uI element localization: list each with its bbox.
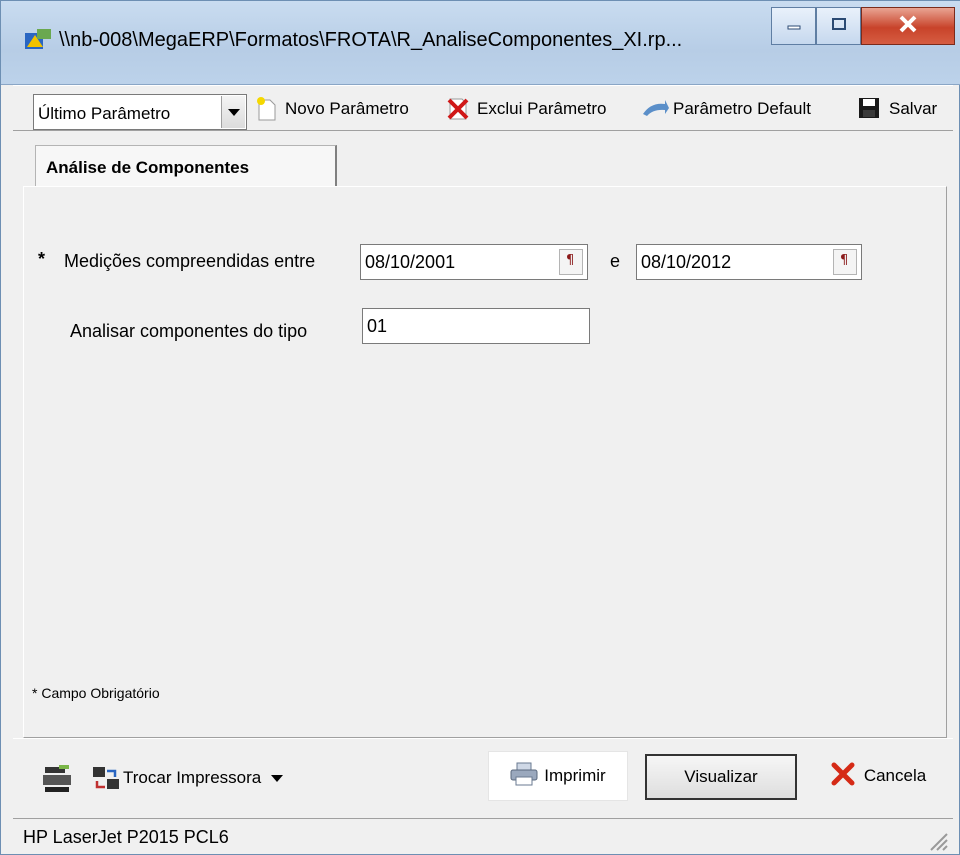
close-icon	[830, 761, 856, 792]
parameter-select[interactable]: Último Parâmetro	[33, 94, 247, 130]
imprimir-button[interactable]: Imprimir	[488, 751, 628, 801]
parameter-toolbar: Último Parâmetro Novo Parâmetro Exclui P…	[13, 85, 953, 131]
swap-printer-icon	[91, 765, 119, 791]
printer-icon	[510, 762, 538, 791]
trocar-impressora-label: Trocar Impressora	[123, 768, 262, 787]
close-icon	[898, 15, 918, 38]
close-button[interactable]	[861, 7, 955, 45]
title-bar[interactable]: \\nb-008\MegaERP\Formatos\FROTA\R_Analis…	[1, 1, 960, 85]
parameter-select-value: Último Parâmetro	[38, 104, 171, 123]
window-controls	[771, 7, 955, 45]
required-footnote: * Campo Obrigatório	[32, 685, 160, 701]
calendar-icon[interactable]	[833, 249, 857, 275]
default-arrow-icon	[641, 96, 669, 122]
salvar-label: Salvar	[889, 99, 938, 118]
maximize-button[interactable]	[816, 7, 861, 45]
printer-status: HP LaserJet P2015 PCL6	[23, 827, 229, 847]
medicoes-label: Medições compreendidas entre	[64, 251, 316, 271]
cancela-label: Cancela	[863, 766, 927, 785]
exclui-parametro-label: Exclui Parâmetro	[477, 99, 607, 118]
exclui-parametro-button[interactable]: Exclui Parâmetro	[445, 94, 606, 124]
resize-grip-icon[interactable]	[927, 830, 949, 852]
tipo-field[interactable]: 01	[362, 308, 590, 344]
date-to-value: 08/10/2012	[641, 252, 732, 272]
calendar-icon[interactable]	[559, 249, 583, 275]
between-label: e	[610, 251, 621, 271]
printer-setup-icon[interactable]	[41, 763, 75, 800]
delete-document-icon	[445, 96, 471, 122]
minimize-icon	[786, 16, 802, 36]
parametro-default-label: Parâmetro Default	[673, 99, 811, 118]
visualizar-button[interactable]: Visualizar	[645, 754, 797, 800]
tipo-label: Analisar componentes do tipo	[70, 321, 308, 341]
report-window: \\nb-008\MegaERP\Formatos\FROTA\R_Analis…	[0, 0, 960, 855]
action-bar: Trocar Impressora Imprimir Visualizar Ca…	[13, 738, 953, 818]
minimize-button[interactable]	[771, 7, 816, 45]
app-icon	[23, 27, 53, 53]
required-marker: *	[38, 249, 46, 269]
cancela-button[interactable]: Cancela	[813, 751, 943, 801]
salvar-button[interactable]: Salvar	[857, 94, 937, 124]
maximize-icon	[831, 16, 847, 36]
chevron-down-icon[interactable]	[221, 96, 245, 128]
novo-parametro-button[interactable]: Novo Parâmetro	[253, 94, 409, 124]
tab-strip: Análise de Componentes	[13, 131, 953, 187]
date-from-value: 08/10/2001	[365, 252, 456, 272]
new-document-icon	[253, 96, 279, 122]
tab-analise-componentes[interactable]: Análise de Componentes	[35, 145, 337, 187]
tipo-value: 01	[367, 316, 388, 336]
visualizar-label: Visualizar	[684, 767, 758, 786]
tab-label: Análise de Componentes	[46, 158, 250, 177]
parametro-default-button[interactable]: Parâmetro Default	[641, 94, 811, 124]
date-from-field[interactable]: 08/10/2001	[360, 244, 588, 280]
trocar-impressora-button[interactable]: Trocar Impressora	[91, 763, 284, 793]
form-panel: * Medições compreendidas entre 08/10/200…	[23, 186, 947, 738]
window-title: \\nb-008\MegaERP\Formatos\FROTA\R_Analis…	[59, 29, 683, 51]
imprimir-label: Imprimir	[544, 766, 606, 785]
chevron-down-icon	[271, 768, 284, 788]
novo-parametro-label: Novo Parâmetro	[285, 99, 409, 118]
status-bar: HP LaserJet P2015 PCL6	[13, 818, 953, 854]
date-to-field[interactable]: 08/10/2012	[636, 244, 862, 280]
save-icon	[857, 96, 883, 122]
